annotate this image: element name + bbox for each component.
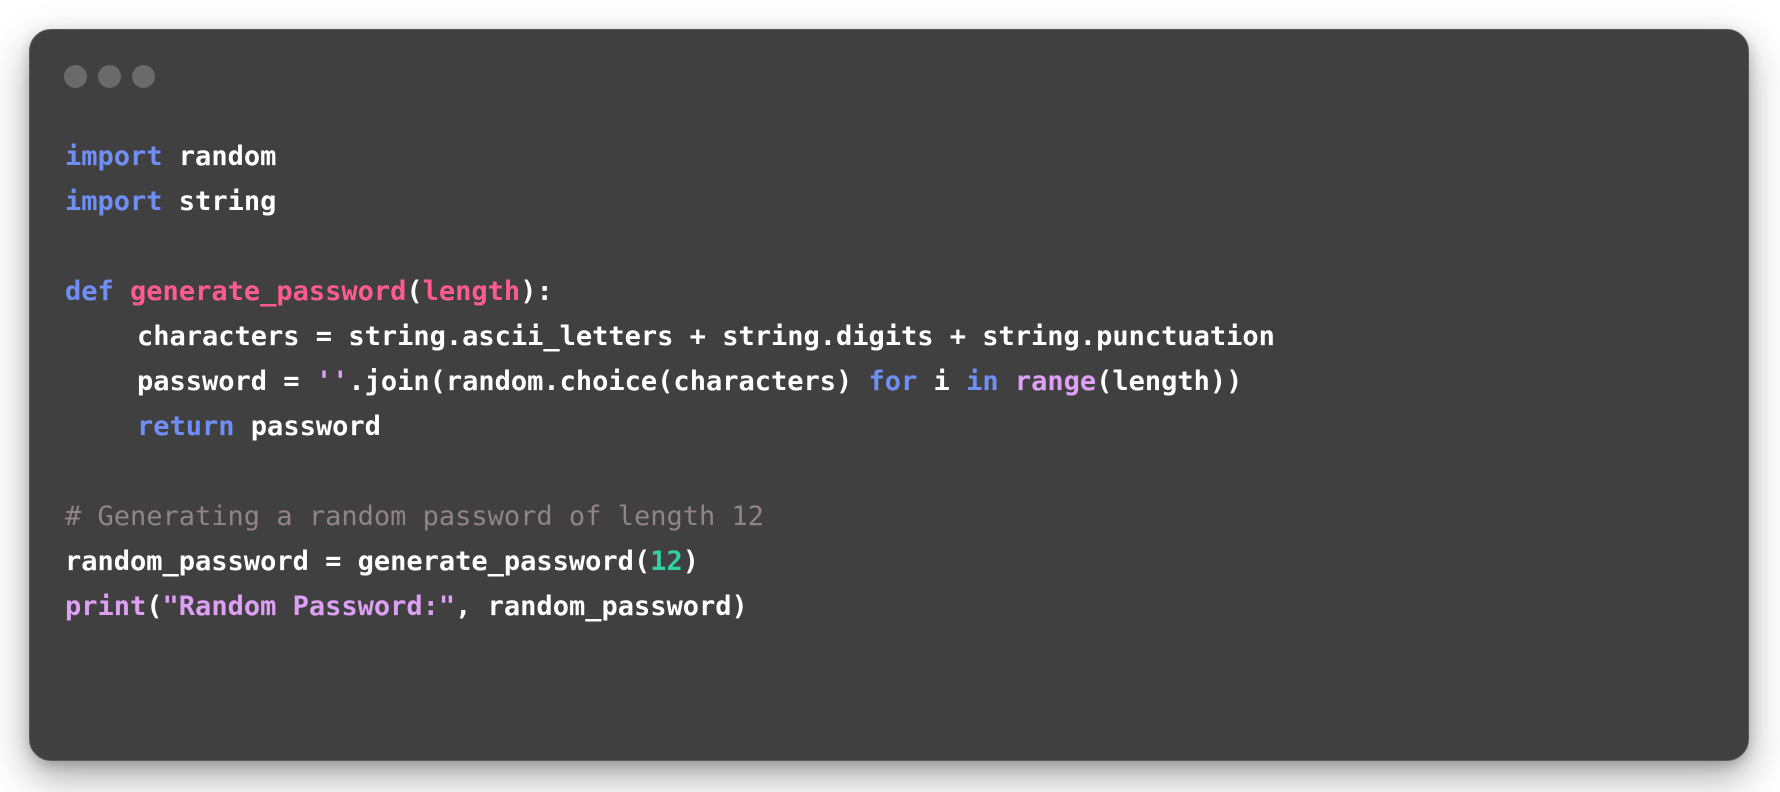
- keyword-token: for: [868, 366, 918, 397]
- code-line: import string: [65, 179, 1275, 224]
- code-token: random_password = generate_password(: [65, 546, 651, 577]
- code-token: characters = string.ascii_letters + stri…: [137, 321, 1275, 352]
- function-name-token: generate_password: [130, 276, 407, 307]
- string-token: '': [315, 366, 349, 397]
- code-token: (: [146, 591, 163, 622]
- code-line: return password: [65, 404, 1275, 449]
- code-token: , random_password): [455, 591, 748, 622]
- code-line: password = ''.join(random.choice(charact…: [65, 359, 1275, 404]
- keyword-token: def: [65, 276, 114, 307]
- code-token: random: [162, 141, 277, 172]
- keyword-token: in: [966, 366, 999, 397]
- keyword-token: return: [137, 411, 235, 442]
- window-dot-icon: [64, 65, 87, 88]
- code-token: (length)): [1096, 366, 1243, 397]
- code-line: import random: [65, 134, 1275, 179]
- code-token: password =: [137, 366, 316, 397]
- string-token: "Random Password:": [162, 591, 456, 622]
- code-block: import random import string def generate_p…: [65, 134, 1275, 629]
- code-line: characters = string.ascii_letters + stri…: [65, 314, 1275, 359]
- builtin-token: print: [65, 591, 147, 622]
- code-token: password: [234, 411, 381, 442]
- builtin-token: range: [1014, 366, 1097, 397]
- code-window: import random import string def generate_p…: [29, 29, 1749, 761]
- window-dot-icon: [98, 65, 121, 88]
- comment-token: # Generating a random password of length…: [65, 501, 764, 532]
- code-line: def generate_password(length):: [65, 269, 1275, 314]
- number-token: 12: [650, 546, 683, 577]
- code-line: random_password = generate_password(12): [65, 539, 1275, 584]
- parameter-token: length: [422, 276, 521, 307]
- keyword-token: import: [65, 141, 163, 172]
- code-line: print("Random Password:", random_passwor…: [65, 584, 1275, 629]
- code-token: ):: [520, 276, 553, 307]
- window-dot-icon: [132, 65, 155, 88]
- code-token: .join(random.choice(characters): [348, 366, 869, 397]
- code-token: string: [162, 186, 277, 217]
- code-token: (: [406, 276, 423, 307]
- code-token: i: [917, 366, 967, 397]
- keyword-token: import: [65, 186, 163, 217]
- code-line: # Generating a random password of length…: [65, 494, 1275, 539]
- code-token: ): [682, 546, 699, 577]
